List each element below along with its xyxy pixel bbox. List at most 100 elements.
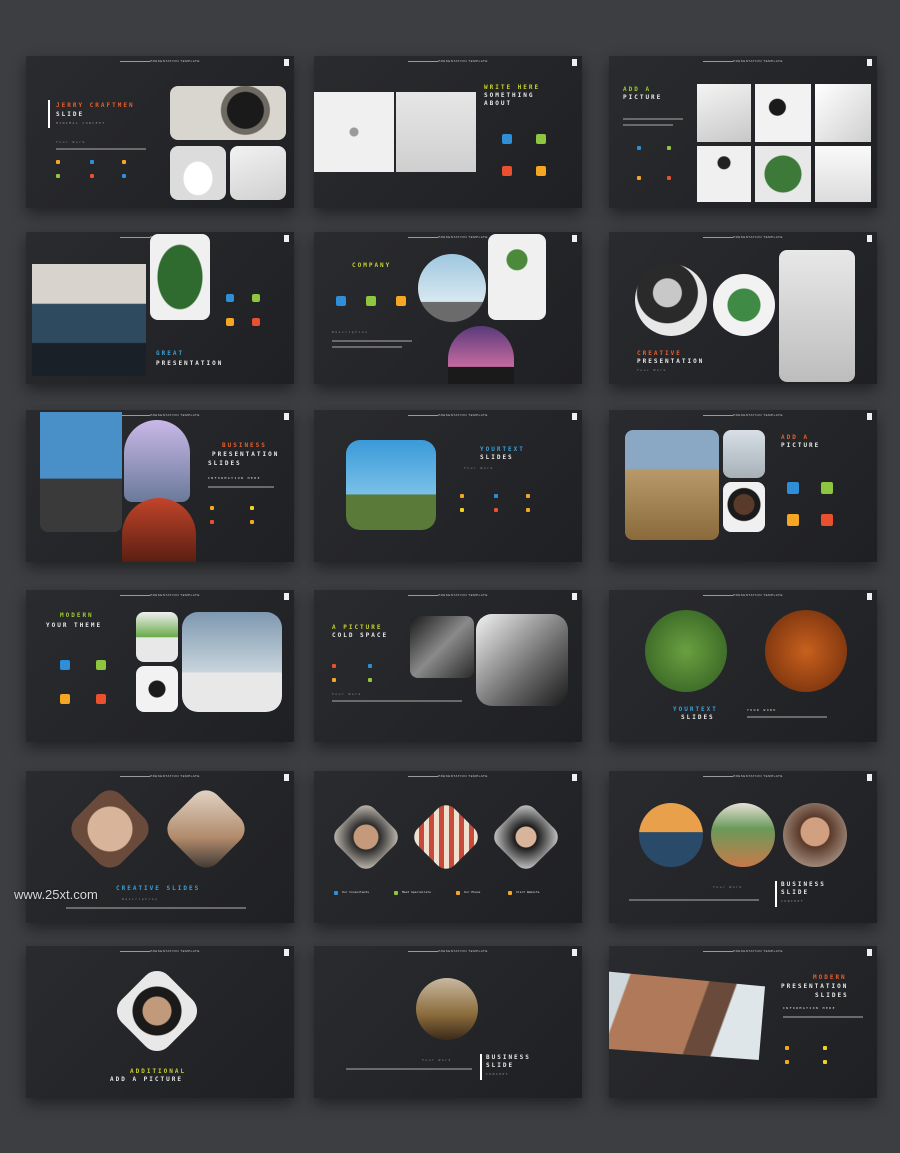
- slide-header: PRESENTATION TEMPLATE: [314, 59, 582, 63]
- chair-photo: [170, 146, 226, 200]
- feature-icon: [502, 134, 512, 144]
- slide-title: MODERN: [60, 612, 94, 619]
- slide-14[interactable]: PRESENTATION TEMPLATE Our Consultants Me…: [314, 771, 582, 923]
- bullet: [667, 146, 671, 150]
- feature-icon: [536, 134, 546, 144]
- bullet: [56, 174, 60, 178]
- slide-11[interactable]: PRESENTATION TEMPLATE A PICTURE COLD SPA…: [314, 590, 582, 742]
- corner-mark: [572, 235, 577, 242]
- slide-header: PRESENTATION TEMPLATE: [609, 949, 877, 953]
- slide-7[interactable]: PRESENTATION TEMPLATE BUSINESS PRESENTAT…: [26, 410, 294, 562]
- corner-mark: [284, 235, 289, 242]
- slide-6[interactable]: PRESENTATION TEMPLATE CREATIVE PRESENTAT…: [609, 232, 877, 384]
- slide-title: YOURTEXT: [480, 446, 525, 453]
- bullet: [394, 891, 398, 895]
- feature-icon: [226, 294, 234, 302]
- slide-8[interactable]: PRESENTATION TEMPLATE YOURTEXT SLIDES Yo…: [314, 410, 582, 562]
- bullet: [334, 891, 338, 895]
- deer-sunset-photo: [448, 326, 514, 384]
- slide-header: PRESENTATION TEMPLATE: [314, 593, 582, 597]
- section-label: Your Work: [422, 1058, 452, 1062]
- slide-title: COMPANY: [352, 262, 392, 269]
- xray-flower-photo: [314, 92, 394, 172]
- feature-icon: [366, 296, 376, 306]
- corner-mark: [867, 949, 872, 956]
- slide-header: PRESENTATION TEMPLATE: [609, 413, 877, 417]
- slide-title: BUSINESS: [222, 442, 267, 449]
- bullet: [526, 494, 530, 498]
- corner-mark: [572, 59, 577, 66]
- corner-mark: [284, 593, 289, 600]
- portrait-photo: [723, 482, 765, 532]
- corner-mark: [572, 413, 577, 420]
- text-line: [208, 486, 274, 488]
- bullet: [210, 506, 214, 510]
- section-label: Description: [122, 897, 159, 901]
- corner-mark: [867, 593, 872, 600]
- slide-subtitle: CONCEPT: [781, 899, 805, 903]
- bullet: [90, 174, 94, 178]
- slide-4[interactable]: PRESENTATION TEMPLATE GREAT PRESENTATION: [26, 232, 294, 384]
- slide-15[interactable]: PRESENTATION TEMPLATE Your Work BUSINESS…: [609, 771, 877, 923]
- slide-12[interactable]: PRESENTATION TEMPLATE YOURTEXT SLIDES YO…: [609, 590, 877, 742]
- text-line: [56, 148, 146, 150]
- slide-header: PRESENTATION TEMPLATE: [314, 949, 582, 953]
- section-label: Your Work: [464, 466, 494, 470]
- coffee-photo: [170, 86, 286, 140]
- slide-title-2: PRESENTATION: [212, 451, 280, 458]
- slide-18[interactable]: PRESENTATION TEMPLATE MODERN PRESENTATIO…: [609, 946, 877, 1098]
- slide-title-2: ADD A PICTURE: [110, 1076, 183, 1083]
- jeep-circle-photo: [418, 254, 486, 322]
- slide-1[interactable]: PRESENTATION TEMPLATE JERRY CRAFTMEN SLI…: [26, 56, 294, 208]
- slide-title-2: SOMETHING: [484, 92, 535, 99]
- canyon-photo: [122, 498, 196, 562]
- slide-17[interactable]: PRESENTATION TEMPLATE Your Work BUSINESS…: [314, 946, 582, 1098]
- corner-mark: [867, 774, 872, 781]
- slide-3[interactable]: PRESENTATION TEMPLATE ADD A PICTURE: [609, 56, 877, 208]
- bullet: [785, 1046, 789, 1050]
- slide-title-2: PICTURE: [781, 442, 821, 449]
- plant-circle-photo: [713, 274, 775, 336]
- section-label: YOUR WORK: [747, 708, 777, 712]
- slide-title-3: SLIDES: [815, 992, 849, 999]
- bullet: [122, 160, 126, 164]
- bullet: [250, 506, 254, 510]
- slide-9[interactable]: PRESENTATION TEMPLATE ADD A PICTURE: [609, 410, 877, 562]
- bullet: [823, 1060, 827, 1064]
- woman-city-photo: [40, 412, 122, 532]
- slide-subtitle: CONCEPT: [486, 1072, 510, 1076]
- orange-leaf-circle: [765, 610, 847, 692]
- vase-photo: [396, 92, 476, 172]
- text-line: [747, 716, 827, 718]
- text-line: [332, 700, 462, 702]
- slide-header: PRESENTATION TEMPLATE: [609, 235, 877, 239]
- bullet: [494, 494, 498, 498]
- monstera-leaf-photo: [150, 234, 210, 320]
- bullet: [332, 664, 336, 668]
- slide-10[interactable]: PRESENTATION TEMPLATE MODERN YOUR THEME: [26, 590, 294, 742]
- bullet: [823, 1046, 827, 1050]
- slide-title: JERRY CRAFTMEN: [56, 102, 135, 109]
- bullet: [460, 508, 464, 512]
- shelf-photo: [815, 146, 871, 202]
- section-label: INFORMATION HERE: [208, 476, 261, 480]
- feature-icon: [60, 660, 70, 670]
- corner-mark: [572, 949, 577, 956]
- sunglasses-woman-diamond: [110, 964, 204, 1058]
- info-item: Our Consultants: [342, 890, 370, 894]
- bullet: [460, 494, 464, 498]
- slide-5[interactable]: PRESENTATION TEMPLATE COMPANY Descriptio…: [314, 232, 582, 384]
- cactus-sky-photo: [346, 440, 436, 530]
- lamp-photo: [697, 146, 751, 202]
- slide-16[interactable]: PRESENTATION TEMPLATE ADDITIONAL ADD A P…: [26, 946, 294, 1098]
- sky-person-photo: [182, 612, 282, 712]
- camera-photo: [136, 666, 178, 712]
- cactus-photo: [136, 612, 178, 662]
- bullet: [250, 520, 254, 524]
- slide-2[interactable]: PRESENTATION TEMPLATE WRITE HERE SOMETHI…: [314, 56, 582, 208]
- watermark-text: www.25xt.com: [14, 887, 98, 902]
- plaid-diamond: [409, 800, 483, 874]
- slide-title-2: SLIDES: [480, 454, 514, 461]
- beach-photo: [723, 430, 765, 478]
- slide-title-2: PRESENTATION: [156, 360, 224, 367]
